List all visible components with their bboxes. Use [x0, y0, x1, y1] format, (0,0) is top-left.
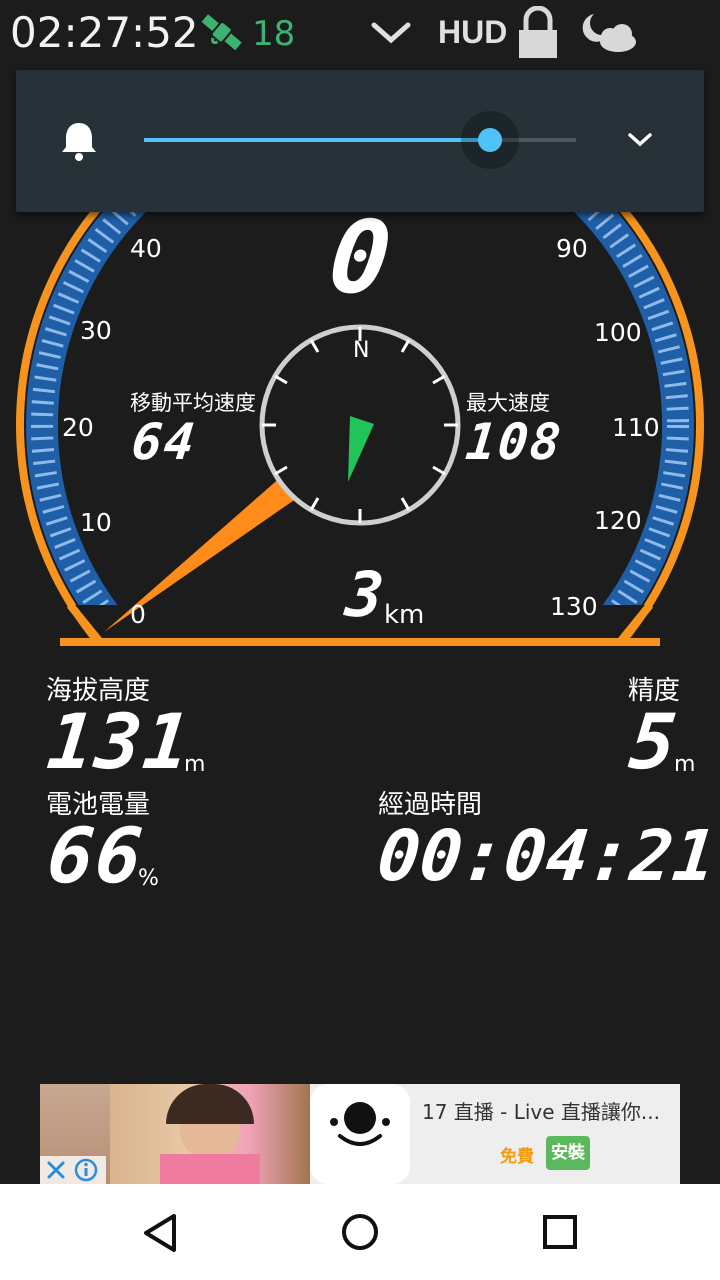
lock-icon[interactable]: [516, 6, 560, 60]
tick-label: 110: [612, 413, 660, 442]
distance-value: 3: [342, 558, 390, 631]
battery-value: 66: [43, 811, 149, 900]
ad-title[interactable]: 17 直播 - Live 直播讓你...: [422, 1096, 672, 1125]
night-weather-icon[interactable]: [580, 10, 640, 56]
volume-panel: [16, 70, 704, 212]
battery-unit: %: [138, 866, 159, 891]
clock: 02:27:52: [10, 8, 199, 57]
bell-icon[interactable]: [60, 120, 98, 162]
distance-unit: km: [384, 600, 425, 630]
hud-button[interactable]: HUD: [438, 14, 507, 51]
compass-north-label: N: [353, 338, 370, 363]
tick-label: 130: [550, 592, 598, 621]
navigation-bar: [0, 1184, 720, 1280]
tick-label: 40: [130, 234, 162, 263]
ad-banner[interactable]: 17 直播 - Live 直播讓你... 免費 安裝: [40, 1084, 680, 1184]
ad-install-button[interactable]: 安裝: [546, 1136, 590, 1170]
tick-label: 20: [62, 413, 94, 442]
altitude-unit: m: [184, 752, 206, 777]
ad-free-label: 免費: [500, 1147, 534, 1167]
tick-label: 0: [130, 600, 146, 629]
recents-icon[interactable]: [542, 1214, 578, 1250]
tick-label: 30: [80, 316, 112, 345]
status-bar: 02:27:52 18 HUD: [0, 0, 720, 66]
satellite-icon: [201, 14, 242, 51]
max-speed-value: 108: [462, 413, 566, 471]
volume-slider-fill: [144, 138, 490, 142]
elapsed-time-value: 00:04:21: [373, 815, 720, 897]
volume-slider-thumb[interactable]: [460, 111, 519, 169]
tick-label: 100: [594, 318, 642, 347]
chevron-down-icon[interactable]: [370, 20, 412, 46]
app-logo-icon: [330, 1102, 390, 1146]
ad-app-icon[interactable]: [310, 1084, 410, 1184]
current-speed: 0: [323, 199, 399, 316]
avg-speed-value: 64: [128, 413, 200, 471]
home-icon[interactable]: [340, 1212, 380, 1252]
speedometer: 40 30 20 10 0 90 100 110 120 130 0 N 移動平…: [0, 199, 720, 660]
info-icon[interactable]: [74, 1158, 98, 1182]
accuracy-unit: m: [674, 752, 696, 777]
ad-image: [110, 1084, 310, 1184]
tick-label: 120: [594, 506, 642, 535]
close-icon[interactable]: [44, 1158, 68, 1182]
tick-label: 90: [556, 234, 588, 263]
satellite-count: 18: [252, 14, 296, 54]
chevron-down-icon[interactable]: [626, 130, 654, 150]
tick-label: 10: [80, 508, 112, 537]
altitude-value: 131: [43, 697, 197, 786]
back-icon[interactable]: [140, 1212, 180, 1254]
